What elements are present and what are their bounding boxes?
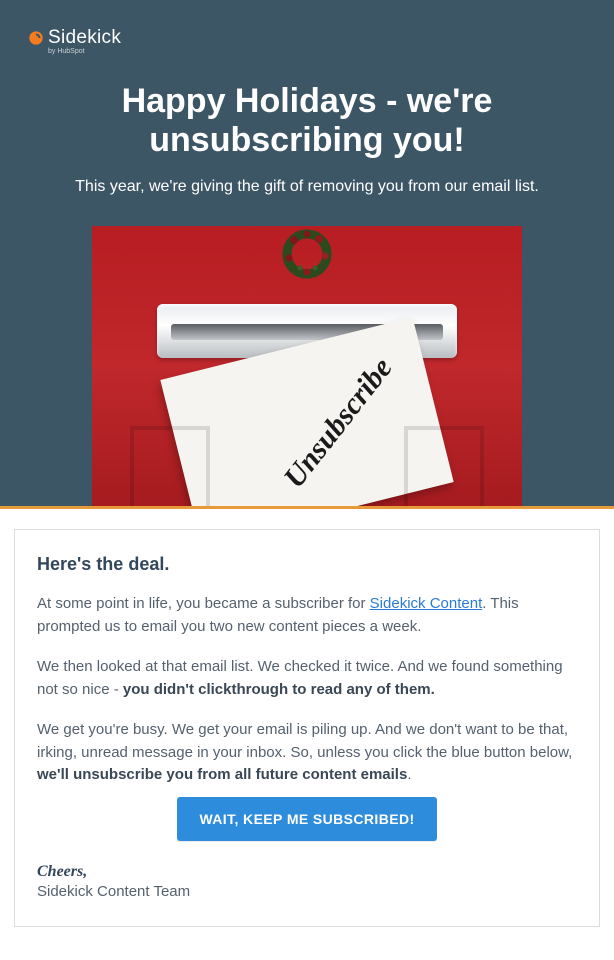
hero-subtitle: This year, we're giving the gift of remo… [0, 178, 614, 196]
paragraph-3: We get you're busy. We get your email is… [37, 719, 577, 787]
cta-row: WAIT, KEEP ME SUBSCRIBED! [37, 797, 577, 841]
sidekick-logo-icon [28, 30, 44, 46]
sidekick-content-link[interactable]: Sidekick Content [370, 595, 483, 612]
envelope-label: Unsubscribe [277, 352, 399, 495]
hero-title: Happy Holidays - we're unsubscribing you… [0, 82, 614, 160]
team-signature: Sidekick Content Team [37, 883, 577, 900]
brand-byline: by HubSpot [48, 48, 121, 55]
bold-text: we'll unsubscribe you from all future co… [37, 766, 407, 783]
brand-logo: Sidekick by HubSpot [0, 30, 614, 60]
brand-name: Sidekick [48, 30, 121, 46]
paragraph-1: At some point in life, you became a subs… [37, 593, 577, 638]
card-heading: Here's the deal. [37, 554, 577, 575]
content-section: Here's the deal. At some point in life, … [0, 509, 614, 951]
door-panel [404, 426, 484, 506]
hero-section: Sidekick by HubSpot Happy Holidays - we'… [0, 0, 614, 509]
message-card: Here's the deal. At some point in life, … [14, 529, 600, 927]
hero-image: Unsubscribe [92, 226, 522, 506]
keep-subscribed-button[interactable]: WAIT, KEEP ME SUBSCRIBED! [177, 797, 436, 841]
signoff: Cheers, [37, 863, 577, 881]
bold-text: you didn't clickthrough to read any of t… [123, 681, 435, 698]
wreath-icon [267, 226, 347, 280]
door-panel [130, 426, 210, 506]
paragraph-2: We then looked at that email list. We ch… [37, 656, 577, 701]
